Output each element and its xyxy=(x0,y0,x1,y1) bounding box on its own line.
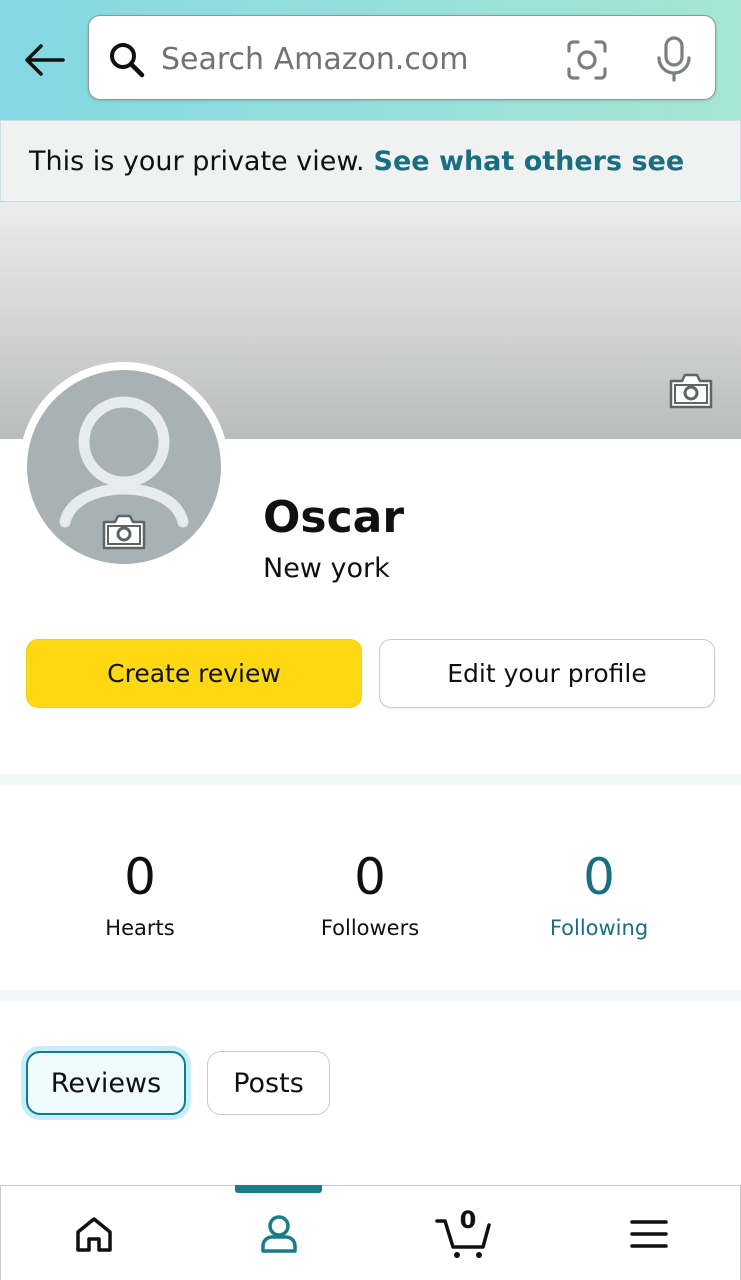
section-divider xyxy=(0,990,741,1001)
back-arrow-icon xyxy=(25,44,65,76)
see-what-others-see-link[interactable]: See what others see xyxy=(374,146,685,177)
cart-count: 0 xyxy=(459,1206,477,1234)
private-view-banner: This is your private view. See what othe… xyxy=(0,120,741,202)
microphone-icon[interactable] xyxy=(655,36,693,82)
camera-icon[interactable] xyxy=(668,372,714,410)
nav-home[interactable] xyxy=(1,1186,186,1280)
back-button[interactable] xyxy=(20,38,68,82)
stat-value: 0 xyxy=(124,848,156,906)
stat-label: Hearts xyxy=(105,916,175,940)
edit-profile-button[interactable]: Edit your profile xyxy=(379,639,715,708)
profile-location: New york xyxy=(263,553,390,584)
section-divider xyxy=(0,774,741,785)
home-icon xyxy=(75,1216,112,1252)
nav-profile[interactable] xyxy=(186,1186,371,1280)
menu-icon xyxy=(629,1219,668,1248)
camera-icon[interactable] xyxy=(101,513,147,551)
tab-reviews[interactable]: Reviews xyxy=(26,1051,186,1115)
tab-posts[interactable]: Posts xyxy=(207,1051,330,1115)
stat-value: 0 xyxy=(354,848,386,906)
active-tab-indicator xyxy=(235,1185,322,1193)
stat-label: Following xyxy=(549,916,649,940)
stat-hearts[interactable]: 0 Hearts xyxy=(40,846,240,940)
stat-following[interactable]: 0 Following xyxy=(499,846,699,940)
private-view-text: This is your private view. xyxy=(29,145,365,177)
nav-menu[interactable] xyxy=(556,1186,741,1280)
camera-search-icon[interactable] xyxy=(565,38,609,82)
stat-value: 0 xyxy=(583,848,615,906)
profile-icon xyxy=(260,1214,297,1253)
search-bar[interactable] xyxy=(88,15,716,100)
stat-label: Followers xyxy=(320,916,420,940)
create-review-button[interactable]: Create review xyxy=(26,639,362,708)
profile-name: Oscar xyxy=(263,492,405,543)
stat-followers[interactable]: 0 Followers xyxy=(270,846,470,940)
bottom-navigation xyxy=(0,1185,741,1280)
top-header xyxy=(0,0,741,120)
search-input[interactable] xyxy=(161,34,541,84)
search-icon xyxy=(110,43,145,78)
